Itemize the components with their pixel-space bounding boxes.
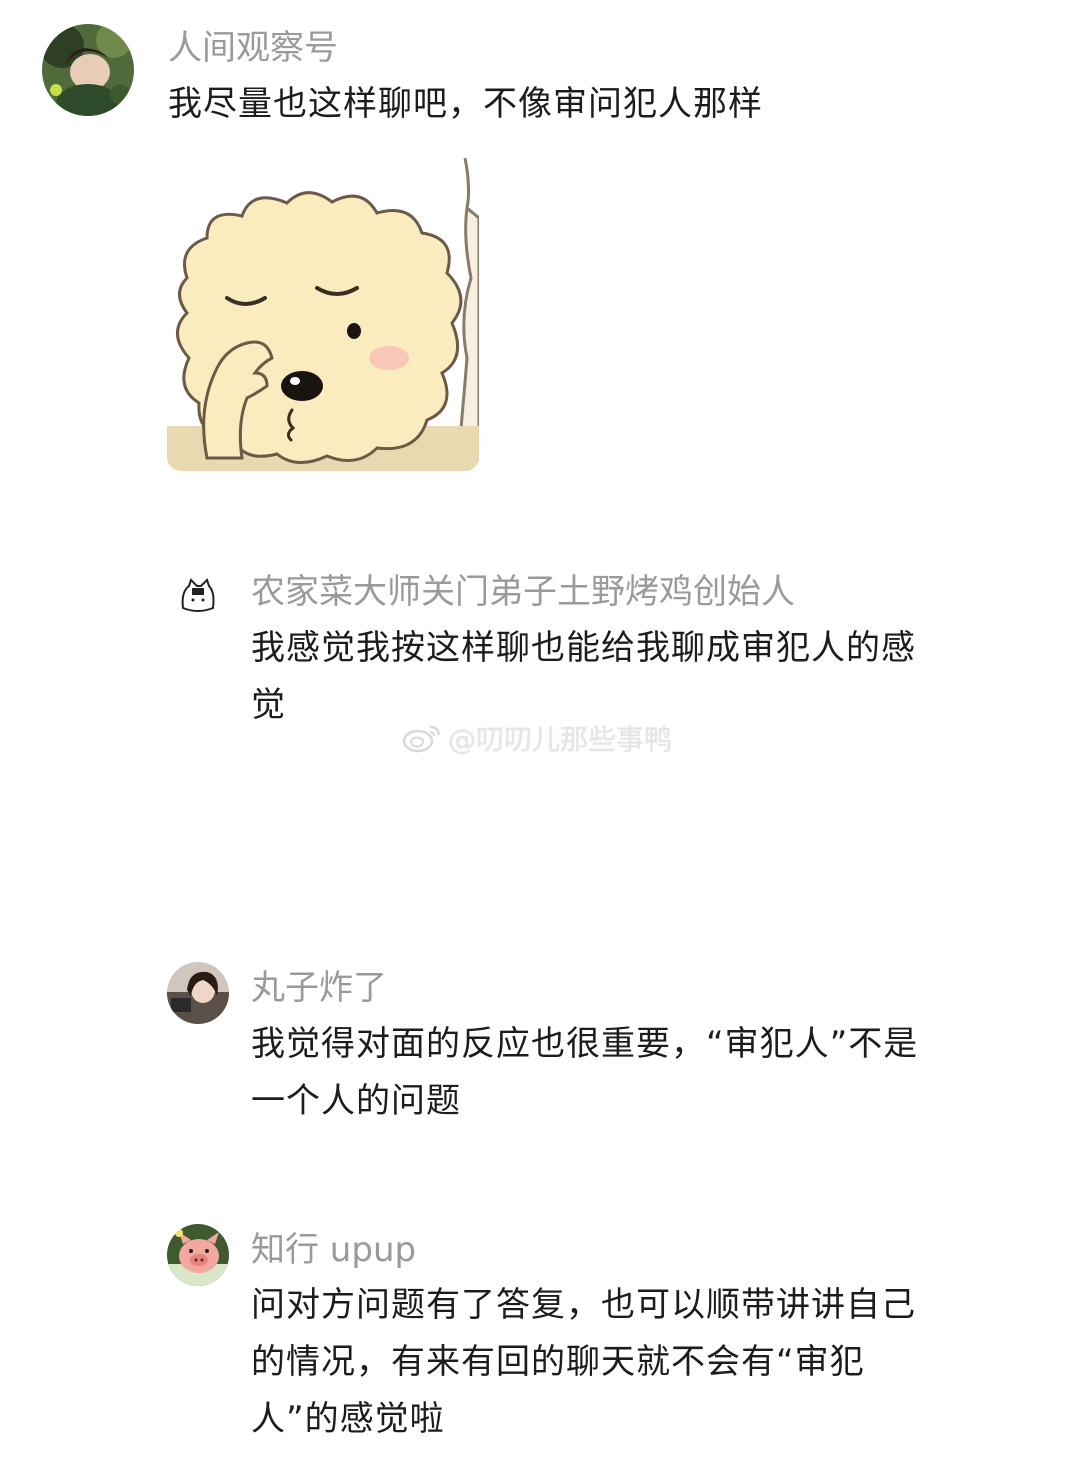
sticker-image[interactable]: [167, 158, 479, 471]
watermark: @叨叨儿那些事鸭: [402, 718, 672, 758]
cartoon-cat-avatar-icon: [167, 566, 229, 628]
username[interactable]: 农家菜大师关门弟子土野烤鸡创始人: [251, 570, 795, 614]
pig-avatar-icon: [167, 1224, 229, 1286]
user-avatar-photo-icon: [42, 24, 134, 116]
avatar[interactable]: [167, 566, 229, 628]
weibo-icon: [402, 725, 441, 753]
comment-text: 我尽量也这样聊吧，不像审问犯人那样: [168, 84, 763, 124]
comment-text: 我感觉我按这样聊也能给我聊成审犯人的感觉: [251, 628, 916, 725]
comment-text: 我觉得对面的反应也很重要，“审犯人”不是一个人的问题: [251, 1024, 919, 1121]
avatar[interactable]: [167, 1224, 229, 1286]
username[interactable]: 知行 upup: [251, 1228, 416, 1272]
avatar[interactable]: [167, 962, 229, 1024]
sheep-sticker-icon: [167, 158, 479, 471]
avatar[interactable]: [42, 24, 134, 116]
username[interactable]: 丸子炸了: [251, 966, 387, 1010]
comment-text: 问对方问题有了答复，也可以顺带讲讲自己的情况，有来有回的聊天就不会有“审犯人”的…: [251, 1285, 916, 1439]
user-avatar-photo-icon: [167, 962, 229, 1024]
username[interactable]: 人间观察号: [168, 26, 338, 70]
watermark-text: @叨叨儿那些事鸭: [448, 723, 673, 756]
